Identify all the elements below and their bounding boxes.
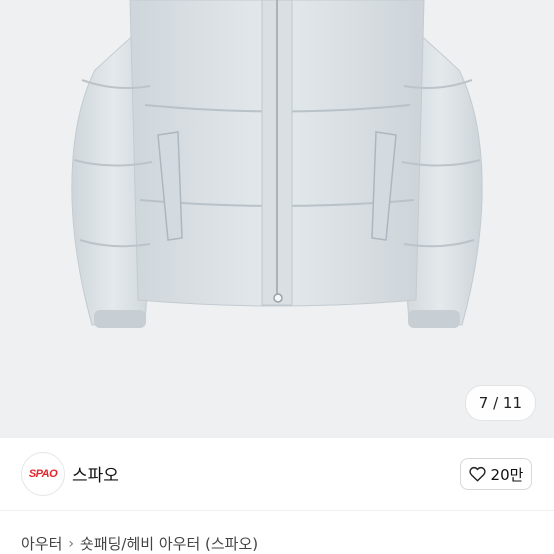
heart-outline-icon [468, 466, 486, 482]
chevron-right-icon: › [68, 535, 75, 552]
seller-logo[interactable]: SPAO [21, 452, 65, 496]
puffer-jacket-illustration [71, 0, 483, 328]
breadcrumb-item-subcategory[interactable]: 숏패딩/헤비 아우터 (스파오) [80, 533, 258, 554]
breadcrumb: 아우터 › 숏패딩/헤비 아우터 (스파오) [21, 533, 258, 554]
like-button[interactable]: 20만 [460, 458, 532, 490]
seller-logo-text: SPAO [28, 468, 58, 480]
like-count: 20만 [490, 465, 524, 484]
image-page-counter: 7 / 11 [464, 385, 536, 421]
seller-name[interactable]: 스파오 [72, 461, 119, 486]
breadcrumb-item-category[interactable]: 아우터 [21, 533, 62, 554]
product-image[interactable]: 7 / 11 [0, 0, 554, 438]
